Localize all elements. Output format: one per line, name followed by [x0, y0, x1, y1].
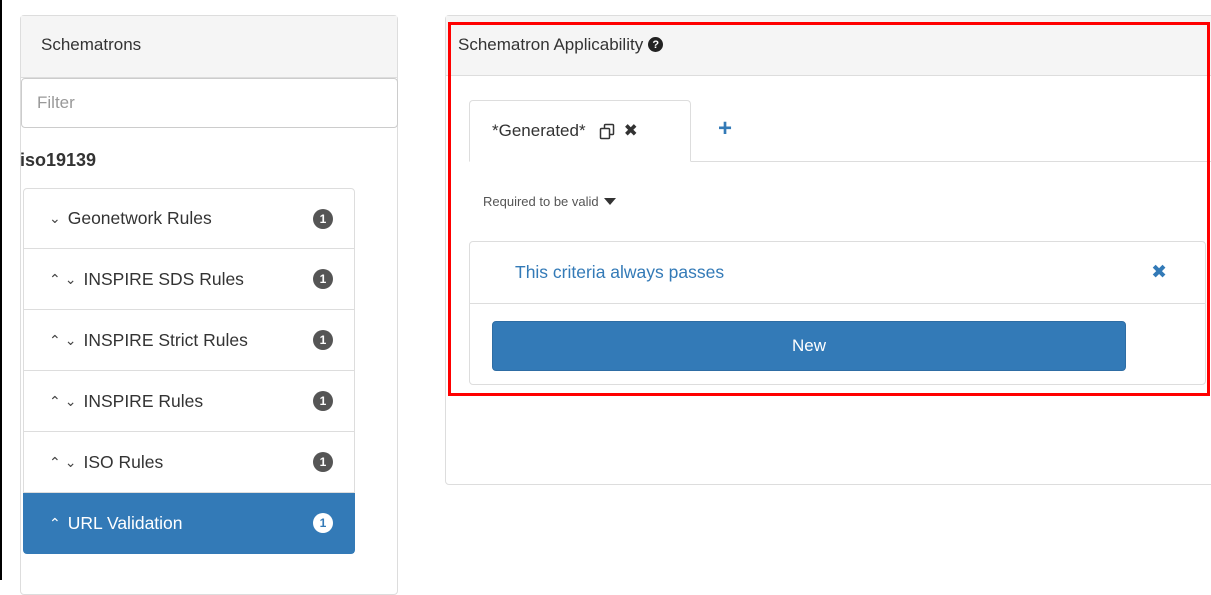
- reorder-controls: ⌃ ⌄: [49, 332, 80, 349]
- rule-item-inspire[interactable]: ⌃ ⌄ INSPIRE Rules 1: [23, 371, 355, 432]
- group-title: iso19139: [20, 150, 97, 170]
- tab-label: *Generated*: [492, 121, 586, 140]
- rule-label: ISO Rules: [83, 451, 164, 472]
- move-down-icon[interactable]: ⌄: [49, 210, 61, 227]
- applicability-title: Schematron Applicability: [458, 35, 644, 54]
- criteria-list: This criteria always passes ✖ New: [469, 241, 1206, 385]
- schematrons-heading: Schematrons: [21, 16, 397, 78]
- tab-generated[interactable]: *Generated* ✖: [469, 100, 691, 162]
- requirement-dropdown[interactable]: Required to be valid: [483, 194, 616, 209]
- move-down-icon[interactable]: ⌄: [65, 332, 77, 349]
- move-down-icon[interactable]: ⌄: [65, 393, 77, 410]
- move-up-icon[interactable]: ⌃: [49, 332, 61, 349]
- count-badge: 1: [313, 391, 333, 411]
- criteria-tabs: *Generated* ✖ +: [469, 100, 1211, 162]
- rule-label: Geonetwork Rules: [67, 208, 212, 228]
- rule-item-geonetwork[interactable]: ⌄ Geonetwork Rules 1: [23, 188, 355, 249]
- count-badge: 1: [313, 269, 333, 289]
- criteria-link[interactable]: This criteria always passes: [515, 262, 724, 283]
- reorder-controls: ⌃: [49, 515, 65, 532]
- count-badge: 1: [313, 452, 333, 472]
- move-up-icon[interactable]: ⌃: [49, 515, 61, 532]
- caret-down-icon: [603, 198, 616, 205]
- reorder-controls: ⌃ ⌄: [49, 454, 80, 471]
- window-edge: [0, 0, 2, 580]
- count-badge: 1: [313, 330, 333, 350]
- question-circle-icon[interactable]: ?: [648, 37, 664, 52]
- criteria-row: This criteria always passes ✖: [470, 242, 1205, 304]
- count-badge: 1: [313, 513, 333, 533]
- reorder-controls: ⌄: [49, 210, 65, 227]
- requirement-label: Required to be valid: [483, 194, 599, 209]
- move-up-icon[interactable]: ⌃: [49, 454, 61, 471]
- move-up-icon[interactable]: ⌃: [49, 271, 61, 288]
- rule-item-url-validation[interactable]: ⌃ URL Validation 1: [23, 493, 355, 554]
- move-down-icon[interactable]: ⌄: [65, 454, 77, 471]
- rule-label: INSPIRE SDS Rules: [83, 268, 244, 289]
- applicability-header: Schematron Applicability ?: [446, 16, 1211, 76]
- new-criteria-button[interactable]: New: [492, 321, 1126, 371]
- reorder-controls: ⌃ ⌄: [49, 271, 80, 288]
- move-down-icon[interactable]: ⌄: [65, 271, 77, 288]
- count-badge: 1: [313, 209, 333, 229]
- rule-label: INSPIRE Strict Rules: [83, 329, 248, 350]
- rule-label: INSPIRE Rules: [83, 390, 204, 411]
- remove-criteria-icon[interactable]: ✖: [1151, 261, 1167, 284]
- rule-list: ⌄ Geonetwork Rules 1 ⌃ ⌄ INSPIRE SDS Rul…: [23, 188, 355, 554]
- filter-input[interactable]: [21, 78, 398, 128]
- rule-item-inspire-strict[interactable]: ⌃ ⌄ INSPIRE Strict Rules 1: [23, 310, 355, 371]
- rule-item-iso[interactable]: ⌃ ⌄ ISO Rules 1: [23, 432, 355, 493]
- close-tab-icon[interactable]: ✖: [624, 121, 638, 141]
- move-up-icon[interactable]: ⌃: [49, 393, 61, 410]
- reorder-controls: ⌃ ⌄: [49, 393, 80, 410]
- duplicate-icon[interactable]: [599, 123, 616, 140]
- add-tab-icon[interactable]: +: [718, 117, 732, 141]
- rule-label: URL Validation: [67, 512, 183, 533]
- applicability-panel: Schematron Applicability ? *Generated* ✖…: [445, 15, 1211, 485]
- rule-item-inspire-sds[interactable]: ⌃ ⌄ INSPIRE SDS Rules 1: [23, 249, 355, 310]
